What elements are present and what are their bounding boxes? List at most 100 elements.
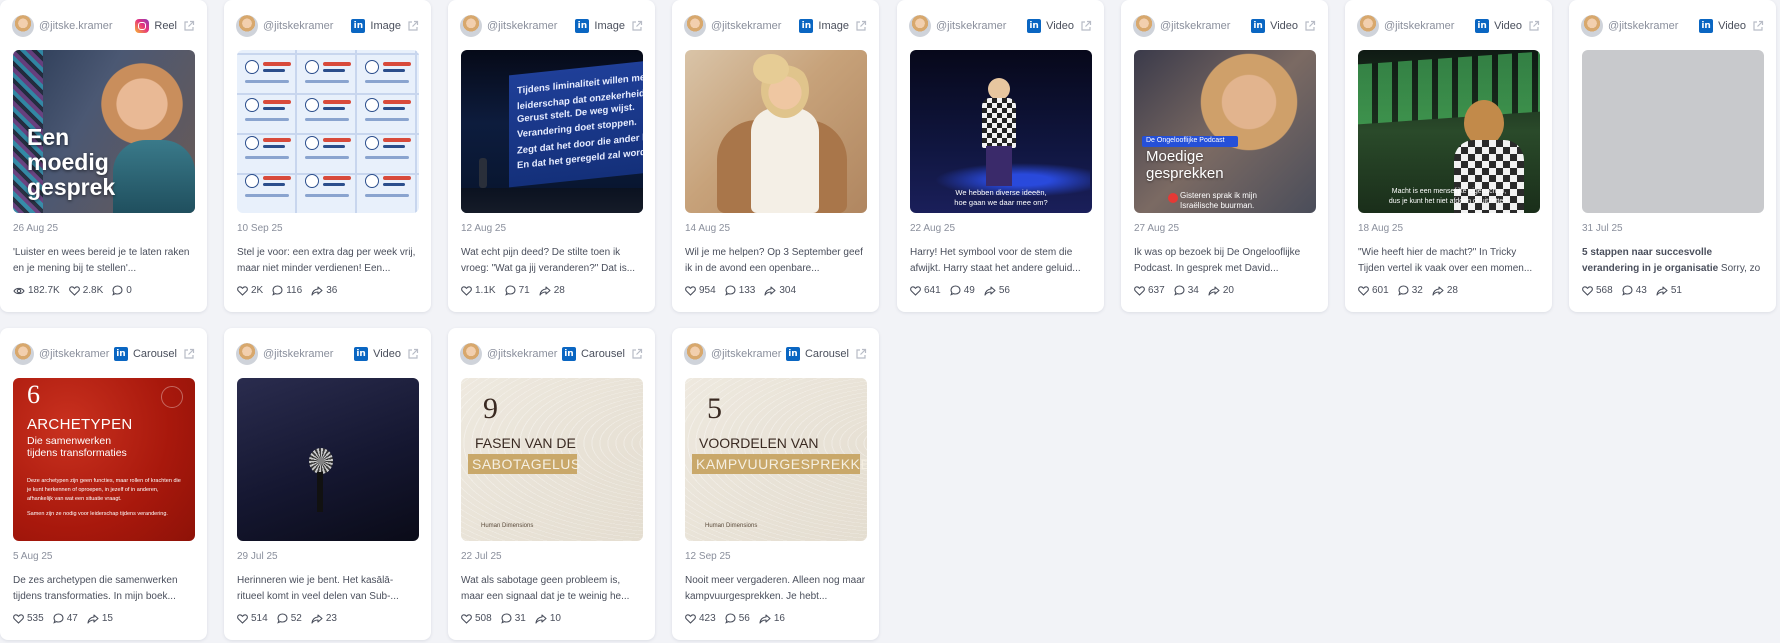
external-link-icon[interactable] (183, 20, 195, 32)
likes-count: 2.8K (82, 285, 104, 296)
shares-stat: 16 (759, 613, 785, 624)
share-icon (311, 613, 326, 624)
external-link-icon[interactable] (855, 348, 867, 360)
post-thumbnail[interactable]: De Ongelooflijke Podcast Moedige gesprekke… (1134, 50, 1316, 213)
thumb-number: 6 (27, 380, 40, 409)
linkedin-icon: in (1027, 19, 1042, 33)
post-date: 12 Aug 25 (461, 223, 507, 234)
avatar (460, 343, 482, 365)
thumb-body-text: afhankelijk van wat een situatie vraagt. (27, 496, 122, 502)
post-card[interactable]: @jitskekramer in Image Tijdens liminalit… (448, 0, 655, 312)
likes-stat: 2K (237, 285, 263, 296)
comments-stat: 31 (500, 613, 526, 624)
caption-text: 'Luister en wees bereid je te laten rake… (13, 247, 190, 274)
thumb-subtitle: tijdens transformaties (27, 447, 127, 459)
platform-label: in Carousel (113, 347, 195, 361)
external-link-icon[interactable] (407, 20, 419, 32)
post-stats: 514 52 23 (237, 613, 346, 624)
post-stats: 1.1K 71 28 (461, 285, 574, 296)
post-stats: 954 133 304 (685, 285, 805, 296)
post-caption: Ik was op bezoek bij De Ongelooflijke Po… (1134, 245, 1316, 277)
post-card[interactable]: @jitskekramer in Image 10 Sep 25 Stel je… (224, 0, 431, 312)
post-thumbnail[interactable] (237, 378, 419, 541)
post-card[interactable]: @jitskekramer in Carousel 9 FASEN VAN DE S… (448, 328, 655, 640)
post-caption: Nooit meer vergaderen. Alleen nog maar k… (685, 573, 867, 605)
post-thumbnail[interactable] (1582, 50, 1764, 213)
comment-icon (1621, 285, 1636, 296)
platform-label: in Carousel (785, 347, 867, 361)
post-thumbnail[interactable]: Macht is een menselijke eigenschap, dus j… (1358, 50, 1540, 213)
external-link-icon[interactable] (855, 20, 867, 32)
card-header: @jitskekramer in Video (1357, 14, 1540, 38)
external-link-icon[interactable] (1528, 20, 1540, 32)
post-thumbnail[interactable]: 5 VOORDELEN VAN KAMPVUURGESPREKKEN Human Di… (685, 378, 867, 541)
post-thumbnail[interactable]: Een moedig gesprek (13, 50, 195, 213)
heart-icon (461, 613, 475, 624)
post-card[interactable]: @jitskekramer in Carousel 6 ARCHETYPEN Die… (0, 328, 207, 640)
external-link-icon[interactable] (1752, 20, 1764, 32)
post-date: 18 Aug 25 (1358, 223, 1404, 234)
thumb-overlay-text: Moedige (1146, 148, 1204, 165)
external-link-icon[interactable] (407, 348, 419, 360)
post-card[interactable]: @jitskekramer in Image 14 Aug 25 Wil je … (672, 0, 879, 312)
comment-icon (724, 613, 739, 624)
comments-stat: 34 (1173, 285, 1199, 296)
avatar (1133, 15, 1155, 37)
shares-stat: 304 (764, 285, 796, 296)
comments-stat: 56 (724, 613, 750, 624)
linkedin-icon: in (561, 347, 576, 361)
external-link-icon[interactable] (1304, 20, 1316, 32)
platform-label: in Image (799, 19, 867, 33)
comments-count: 52 (290, 613, 302, 624)
post-card[interactable]: @jitskekramer in Video De Ongelooflijke … (1121, 0, 1328, 312)
post-card[interactable]: @jitskekramer in Video We hebben diverse… (897, 0, 1104, 312)
shares-stat: 56 (984, 285, 1010, 296)
comments-count: 56 (738, 613, 750, 624)
comment-icon (1397, 285, 1412, 296)
shares-stat: 20 (1208, 285, 1234, 296)
comments-stat: 0 (112, 285, 132, 296)
post-caption: Wil je me helpen? Op 3 September geef ik… (685, 245, 867, 277)
post-card[interactable]: @jitskekramer in Video 29 Jul 25 Herinne… (224, 328, 431, 640)
external-link-icon[interactable] (631, 348, 643, 360)
platform-label: in Image (351, 19, 419, 33)
post-thumbnail[interactable] (685, 50, 867, 213)
account-handle: @jitskekramer (487, 20, 558, 32)
post-thumbnail[interactable]: 9 FASEN VAN DE SABOTAGELUS Human Dimensions (461, 378, 643, 541)
post-thumbnail[interactable] (237, 50, 419, 213)
shares-stat: 51 (1656, 285, 1682, 296)
account-handle: @jitskekramer (711, 20, 782, 32)
post-card[interactable]: @jitske.kramer Reel Een moedig gesprek 26 … (0, 0, 207, 312)
post-thumbnail[interactable]: Tijdens liminaliteit willen mense leiders… (461, 50, 643, 213)
external-link-icon[interactable] (631, 20, 643, 32)
shares-count: 28 (553, 285, 565, 296)
avatar (460, 15, 482, 37)
shares-stat: 10 (535, 613, 561, 624)
post-type: Image (594, 20, 625, 32)
share-icon (984, 285, 999, 296)
share-icon (1656, 285, 1671, 296)
account-handle: @jitskekramer (1160, 20, 1231, 32)
account-handle: @jitskekramer (487, 348, 558, 360)
post-thumbnail[interactable]: We hebben diverse ideeën, hoe gaan we daa… (910, 50, 1092, 213)
post-date: 27 Aug 25 (1134, 223, 1180, 234)
post-card[interactable]: @jitskekramer in Carousel 5 VOORDELEN VAN… (672, 328, 879, 640)
post-stats: 535 47 15 (13, 613, 122, 624)
comments-count: 32 (1411, 285, 1423, 296)
heart-icon (13, 613, 27, 624)
caption-text: De zes archetypen die samenwerken tijden… (13, 575, 178, 602)
post-card[interactable]: @jitskekramer in Video Macht is een mens… (1345, 0, 1552, 312)
likes-count: 601 (1372, 285, 1389, 296)
comments-count: 0 (126, 285, 132, 296)
comment-icon (949, 285, 964, 296)
external-link-icon[interactable] (183, 348, 195, 360)
external-link-icon[interactable] (1080, 20, 1092, 32)
thumb-badge: De Ongelooflijke Podcast (1146, 137, 1225, 144)
comment-icon (276, 613, 291, 624)
post-type: Video (1270, 20, 1298, 32)
comments-count: 43 (1635, 285, 1647, 296)
linkedin-icon: in (354, 347, 369, 361)
post-thumbnail[interactable]: 6 ARCHETYPEN Die samenwerken tijdens transf… (13, 378, 195, 541)
comment-icon (500, 613, 515, 624)
post-card[interactable]: @jitskekramer in Video 31 Jul 25 5 stapp… (1569, 0, 1776, 312)
